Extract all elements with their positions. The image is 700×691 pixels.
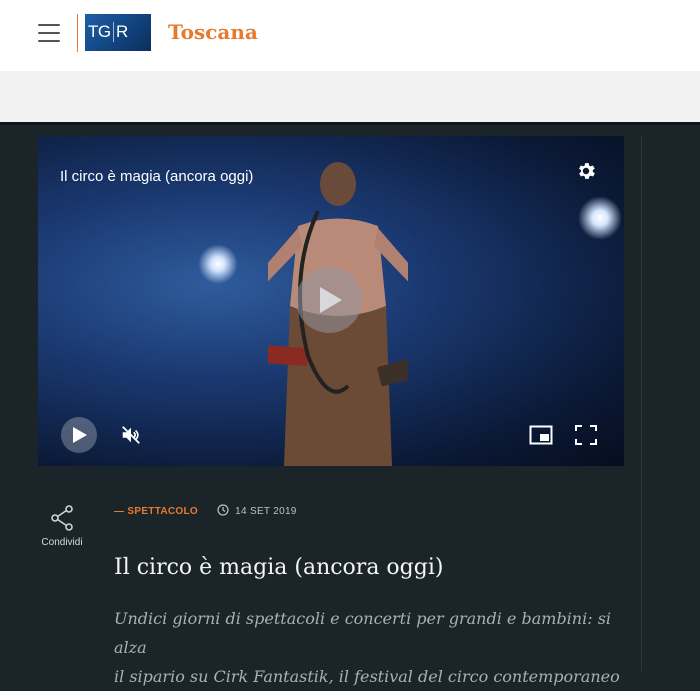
logo-text-left: TG [88, 22, 111, 41]
share-icon [51, 505, 73, 531]
divider [0, 122, 700, 125]
logo-text-right: R [116, 22, 129, 41]
article-summary: Undici giorni di spettacoli e concerti p… [114, 604, 634, 691]
article-date: 14 SET 2019 [235, 506, 297, 517]
stage-light [578, 196, 622, 240]
site-header: TG R Toscana [0, 0, 700, 71]
category-link[interactable]: — SPETTACOLO [114, 506, 198, 517]
share-label: Condividi [41, 537, 83, 548]
play-icon [320, 287, 342, 313]
article-title: Il circo è magia (ancora oggi) [114, 555, 444, 580]
fullscreen-icon[interactable] [575, 425, 597, 445]
summary-line: Undici giorni di spettacoli e concerti p… [114, 609, 612, 657]
menu-icon[interactable] [38, 24, 60, 44]
play-icon [73, 427, 87, 443]
video-title: Il circo è magia (ancora oggi) [60, 168, 254, 185]
clock-icon [217, 504, 229, 516]
article-meta: — SPETTACOLO 14 SET 2019 [114, 504, 297, 517]
gear-icon[interactable] [575, 160, 597, 182]
big-play-button[interactable] [296, 267, 362, 333]
summary-line: il sipario su Cirk Fantastik, il festiva… [114, 667, 620, 686]
ad-banner-area [0, 71, 700, 122]
logo-divider [77, 14, 78, 52]
pip-icon[interactable] [529, 425, 553, 445]
region-title[interactable]: Toscana [168, 20, 258, 44]
video-player[interactable]: Il circo è magia (ancora oggi) [38, 136, 624, 466]
share-button[interactable]: Condividi [38, 505, 86, 548]
tgr-logo[interactable]: TG R [85, 14, 151, 51]
stage-light [198, 244, 238, 284]
mute-icon[interactable] [120, 424, 142, 446]
column-divider [641, 136, 642, 671]
play-button[interactable] [61, 417, 97, 453]
